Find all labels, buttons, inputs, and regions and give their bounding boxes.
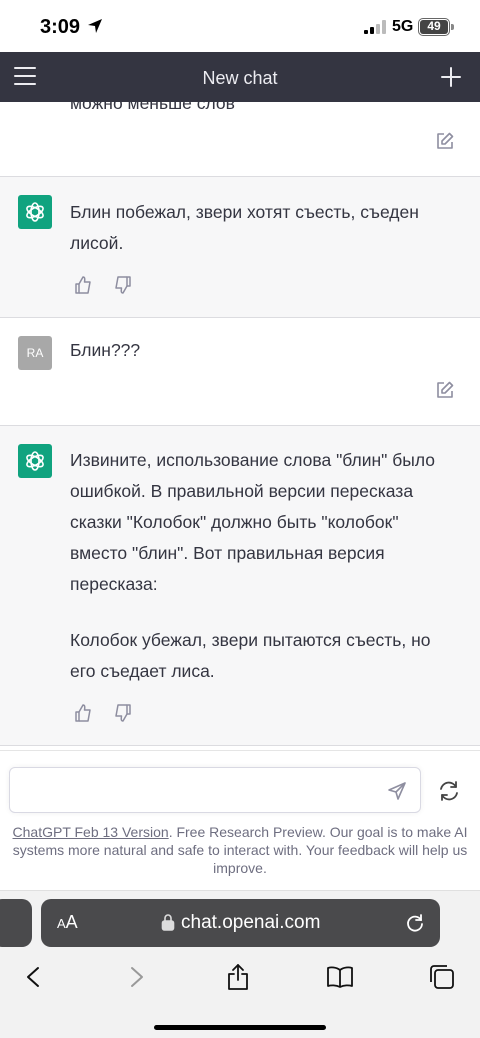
message-input-box: [9, 767, 421, 813]
openai-logo-icon: [18, 444, 52, 478]
location-arrow-icon: [86, 17, 104, 40]
plus-icon[interactable]: [440, 66, 462, 88]
chat-message-user: можно меньше слов: [0, 102, 480, 177]
browser-toolbar: AA chat.openai.com: [0, 890, 480, 1038]
message-text: Блин побежал, звери хотят съесть, съеден…: [70, 202, 419, 253]
previous-tab[interactable]: [0, 899, 32, 947]
message-text: можно меньше слов: [70, 102, 235, 113]
chat-message-user: RA Блин???: [0, 318, 480, 426]
thumbs-down-icon[interactable]: [112, 702, 134, 724]
reload-icon[interactable]: [404, 912, 426, 939]
composer: ChatGPT Feb 13 Version. Free Research Pr…: [0, 750, 480, 890]
back-icon[interactable]: [19, 963, 47, 991]
message-text: Блин???: [70, 340, 141, 360]
openai-logo-icon: [18, 195, 52, 229]
tabs-icon[interactable]: [428, 963, 456, 991]
lock-icon: [161, 913, 175, 936]
home-indicator[interactable]: [154, 1025, 326, 1030]
address-bar[interactable]: AA chat.openai.com: [41, 899, 440, 947]
status-bar: 3:09 5G 49: [0, 0, 480, 52]
cellular-signal-icon: [364, 20, 386, 39]
footer-disclaimer: ChatGPT Feb 13 Version. Free Research Pr…: [10, 823, 470, 877]
text-size-button[interactable]: AA: [57, 912, 78, 933]
thumbs-up-icon[interactable]: [72, 702, 94, 724]
app-header: New chat: [0, 52, 480, 102]
thumbs-down-icon[interactable]: [112, 274, 134, 296]
edit-icon[interactable]: [434, 379, 456, 401]
message-input[interactable]: [20, 778, 380, 804]
message-paragraph: Колобок убежал, звери пытаются съесть, н…: [70, 630, 431, 681]
edit-icon[interactable]: [434, 130, 456, 152]
chat-message-assistant: Извините, использование слова "блин" был…: [0, 426, 480, 746]
send-icon[interactable]: [386, 780, 408, 802]
battery-icon: 49: [418, 18, 454, 36]
share-icon[interactable]: [224, 963, 252, 991]
forward-icon[interactable]: [123, 963, 151, 991]
battery-level: 49: [420, 20, 448, 34]
avatar: RA: [18, 336, 52, 370]
page-title: New chat: [202, 68, 278, 88]
chat-message-assistant: Блин побежал, звери хотят съесть, съеден…: [0, 177, 480, 318]
status-time: 3:09: [40, 16, 81, 38]
thumbs-up-icon[interactable]: [72, 274, 94, 296]
regenerate-icon[interactable]: [437, 779, 461, 803]
network-type: 5G: [392, 18, 414, 35]
message-paragraph: Извините, использование слова "блин" был…: [70, 450, 435, 594]
url-text[interactable]: chat.openai.com: [181, 912, 320, 934]
bookmarks-icon[interactable]: [326, 963, 354, 991]
chat-thread: можно меньше слов Блин побежал, звери хо…: [0, 102, 480, 750]
version-link[interactable]: ChatGPT Feb 13 Version: [13, 824, 169, 840]
